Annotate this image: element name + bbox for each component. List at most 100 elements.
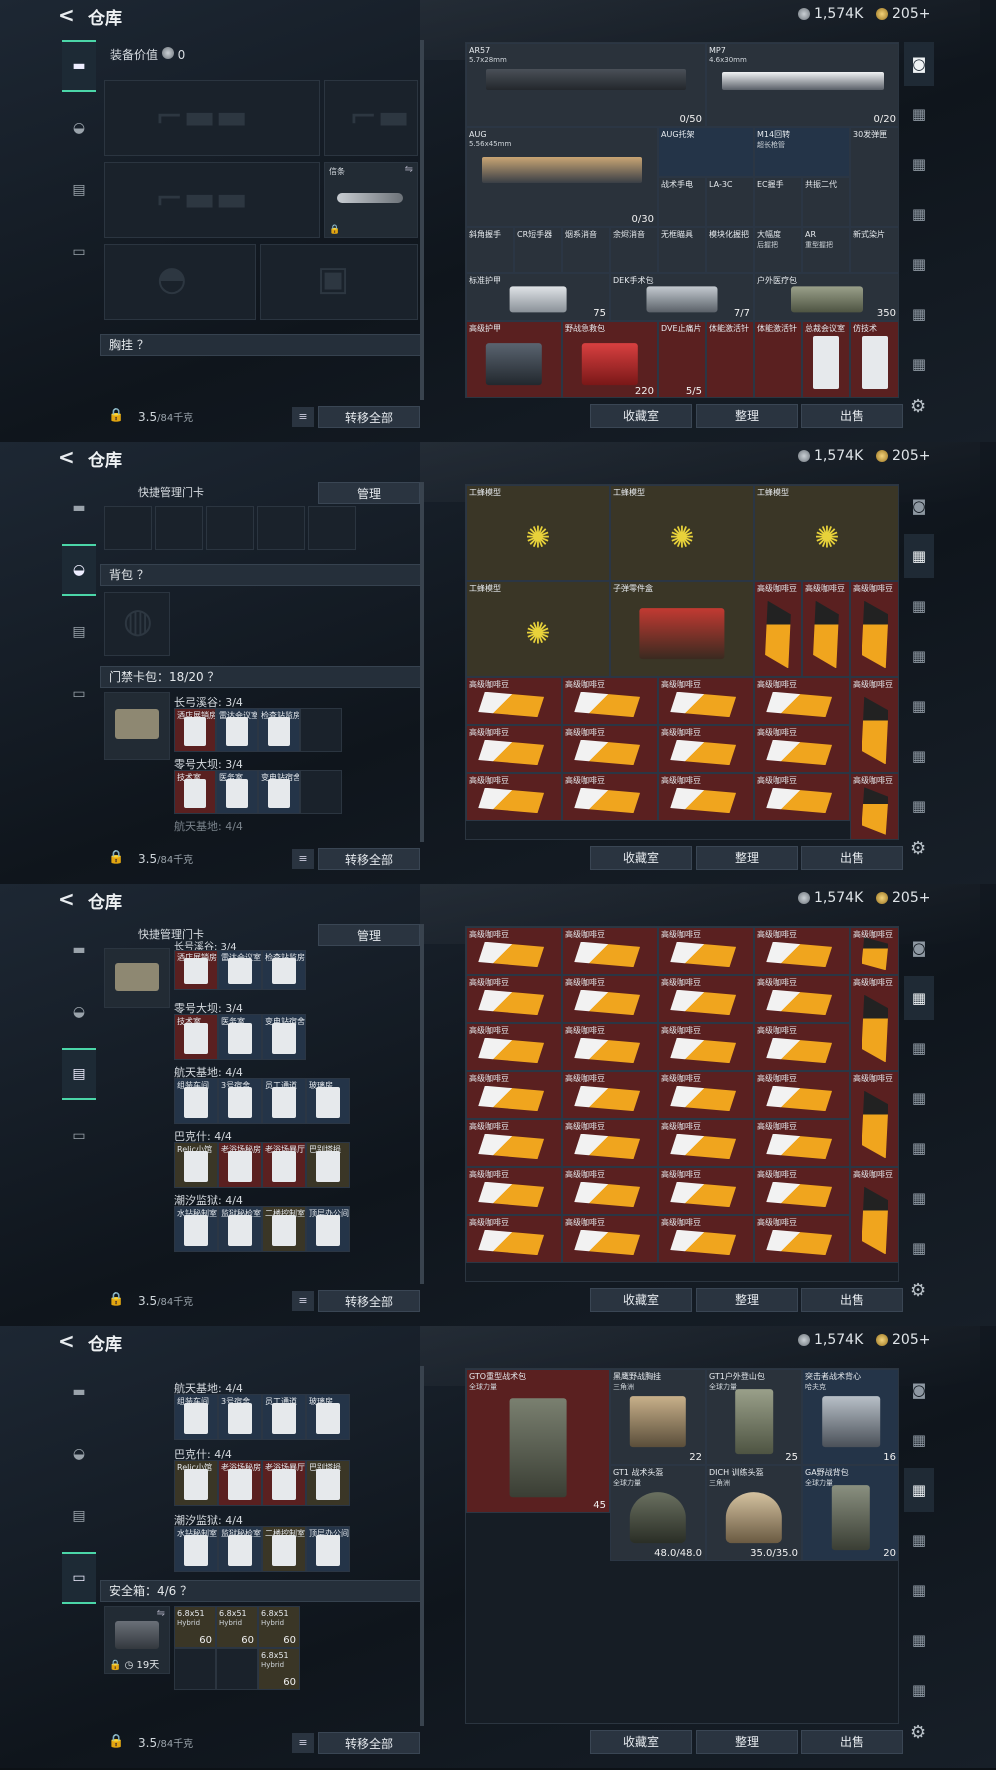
- stash-tab-2-icon[interactable]: ▦: [904, 1418, 934, 1462]
- stash-item[interactable]: 工蜂模型 ✺: [466, 581, 610, 677]
- sell-button[interactable]: 出售: [801, 1288, 903, 1312]
- swap-icon[interactable]: ⇋: [405, 164, 413, 175]
- stash-item[interactable]: GT1户外登山包 全球力量 25: [706, 1369, 802, 1465]
- stash-tab-main-icon[interactable]: ◙: [904, 42, 934, 86]
- keycard-item[interactable]: 技术室: [174, 770, 216, 814]
- keycard-item[interactable]: 二楼控制室: [262, 1526, 306, 1572]
- helmet-tab-icon[interactable]: ◒: [62, 544, 96, 596]
- stash-tab-6-icon[interactable]: ▦: [904, 1618, 934, 1662]
- stash-item[interactable]: 高级咖啡豆: [466, 1167, 562, 1215]
- stash-item[interactable]: 高级咖啡豆: [562, 1071, 658, 1119]
- stash-item[interactable]: 新式染片: [850, 227, 898, 273]
- stash-tab-3-icon[interactable]: ▦: [904, 584, 934, 628]
- stash-item[interactable]: 无框瞄具: [658, 227, 706, 273]
- stash-item[interactable]: 模块化握把: [706, 227, 754, 273]
- stash-item[interactable]: 高级咖啡豆: [562, 1167, 658, 1215]
- move-all-button[interactable]: 转移全部: [318, 848, 420, 870]
- stash-item[interactable]: DVE止痛片 5/5: [658, 321, 706, 397]
- keycard-item[interactable]: 变电站宿舍: [262, 1014, 306, 1060]
- stash-item[interactable]: 战术手电: [658, 177, 706, 227]
- keycard-item[interactable]: 技术室: [174, 1014, 218, 1060]
- keycard-item[interactable]: 玻璃房: [306, 1394, 350, 1440]
- keycard-item[interactable]: 顶层办公间: [306, 1206, 350, 1252]
- keycard-item[interactable]: 巴别塔损: [306, 1460, 350, 1506]
- gold-balance[interactable]: 205+: [876, 6, 930, 22]
- stash-item[interactable]: 高级咖啡豆: [850, 581, 898, 677]
- stash-item[interactable]: 高级咖啡豆: [562, 927, 658, 975]
- stash-item[interactable]: 高级咖啡豆: [754, 581, 802, 677]
- stash-item[interactable]: 高级咖啡豆: [754, 975, 850, 1023]
- sell-button[interactable]: 出售: [801, 1730, 903, 1754]
- gold-balance[interactable]: 205+: [876, 1332, 930, 1348]
- stash-item[interactable]: 高级咖啡豆: [850, 1071, 898, 1167]
- stash-item[interactable]: 高级咖啡豆: [850, 1167, 898, 1263]
- stash-item[interactable]: 高级咖啡豆: [562, 1023, 658, 1071]
- keycard-item[interactable]: 检查站监房: [258, 708, 300, 752]
- keycard-item[interactable]: 巴别塔损: [306, 1142, 350, 1188]
- empty-keycard-slot[interactable]: [300, 708, 342, 752]
- stash-item[interactable]: GTO重型战术包 全球力量 45: [466, 1369, 610, 1513]
- vest-tab-icon[interactable]: ▤: [62, 164, 96, 216]
- ammo-item[interactable]: 6.8x51 Hybrid 60: [258, 1648, 300, 1690]
- stash-item[interactable]: 工蜂模型 ✺: [466, 485, 610, 581]
- collection-button[interactable]: 收藏室: [590, 1730, 692, 1754]
- stash-item[interactable]: 高级咖啡豆: [466, 1071, 562, 1119]
- sort-button[interactable]: 整理: [696, 1730, 798, 1754]
- settings-icon[interactable]: ⚙: [910, 838, 926, 859]
- stash-item[interactable]: 高级咖啡豆: [754, 927, 850, 975]
- stash-item[interactable]: 高级护甲: [466, 321, 562, 397]
- keycard-item[interactable]: Relic小馆: [174, 1142, 218, 1188]
- stash-item[interactable]: 斜角握手: [466, 227, 514, 273]
- stash-item[interactable]: 高级咖啡豆: [658, 975, 754, 1023]
- stash-item[interactable]: 高级咖啡豆: [802, 581, 850, 677]
- stash-item[interactable]: CR短手器: [514, 227, 562, 273]
- stash-tab-7-icon[interactable]: ▦: [904, 784, 934, 828]
- stash-item[interactable]: 高级咖啡豆: [562, 677, 658, 725]
- stash-item[interactable]: 高级咖啡豆: [562, 725, 658, 773]
- keycard-item[interactable]: 变电站宿舍: [258, 770, 300, 814]
- keycard-item[interactable]: 员工通道: [262, 1394, 306, 1440]
- keycard-item[interactable]: 水钻秘制室: [174, 1206, 218, 1252]
- stash-item[interactable]: M14回转 超长枪管: [754, 127, 850, 177]
- stash-item[interactable]: 高级咖啡豆: [850, 773, 898, 839]
- pistol-slot[interactable]: ⌐▬: [324, 80, 418, 156]
- stash-item[interactable]: 高级咖啡豆: [658, 677, 754, 725]
- stash-item[interactable]: 仿技术: [850, 321, 898, 397]
- stash-tab-main-icon[interactable]: ◙: [904, 1368, 934, 1412]
- stash-item[interactable]: 高级咖啡豆: [466, 1215, 562, 1263]
- keycard-item[interactable]: 雷达会议室: [218, 950, 262, 990]
- stash-item[interactable]: MP7 4.6x30mm 0/20: [706, 43, 898, 127]
- stash-item[interactable]: 大幅度 后握把: [754, 227, 802, 273]
- keycard-item[interactable]: 雷达会议室: [216, 708, 258, 752]
- stash-item[interactable]: 高级咖啡豆: [658, 1023, 754, 1071]
- keycard-item[interactable]: 监狱秘检室: [218, 1526, 262, 1572]
- collection-button[interactable]: 收藏室: [590, 846, 692, 870]
- keycard-item[interactable]: 水钻秘制室: [174, 1526, 218, 1572]
- keycard-item[interactable]: 监狱秘检室: [218, 1206, 262, 1252]
- ammo-item[interactable]: 6.8x51 Hybrid 60: [174, 1606, 216, 1648]
- stash-item[interactable]: 高级咖啡豆: [658, 1071, 754, 1119]
- gun-tab-icon[interactable]: ▬: [62, 924, 96, 976]
- empty-safe-slot[interactable]: [216, 1648, 258, 1690]
- stash-item[interactable]: 高级咖啡豆: [562, 975, 658, 1023]
- stash-tab-6-icon[interactable]: ▦: [904, 292, 934, 336]
- left-scrollbar[interactable]: [420, 1366, 424, 1726]
- ammo-item[interactable]: 6.8x51 Hybrid 60: [258, 1606, 300, 1648]
- left-scrollbar[interactable]: [420, 924, 424, 1284]
- stash-item[interactable]: 子弹零件盒: [610, 581, 754, 677]
- case-tab-icon[interactable]: ▭: [62, 226, 96, 278]
- move-all-button[interactable]: 转移全部: [318, 1290, 420, 1312]
- keycard-item[interactable]: 玻璃房: [306, 1078, 350, 1124]
- keycard-item[interactable]: 3号宿舍: [218, 1078, 262, 1124]
- stash-item[interactable]: AR57 5.7x28mm 0/50: [466, 43, 706, 127]
- secondary-weapon-slot[interactable]: ⌐▬▬: [104, 162, 320, 238]
- quick-card-slot[interactable]: [206, 506, 254, 550]
- stash-item[interactable]: 30发弹匣: [850, 127, 898, 227]
- vest-tab-icon[interactable]: ▤: [62, 1490, 96, 1542]
- stash-item[interactable]: 野战急救包 220: [562, 321, 658, 397]
- stash-tab-5-icon[interactable]: ▦: [904, 242, 934, 286]
- stash-item[interactable]: 黑鹰野战胸挂 三角洲 22: [610, 1369, 706, 1465]
- quick-card-slot[interactable]: [257, 506, 305, 550]
- case-tab-icon[interactable]: ▭: [62, 668, 96, 720]
- vest-tab-icon[interactable]: ▤: [62, 606, 96, 658]
